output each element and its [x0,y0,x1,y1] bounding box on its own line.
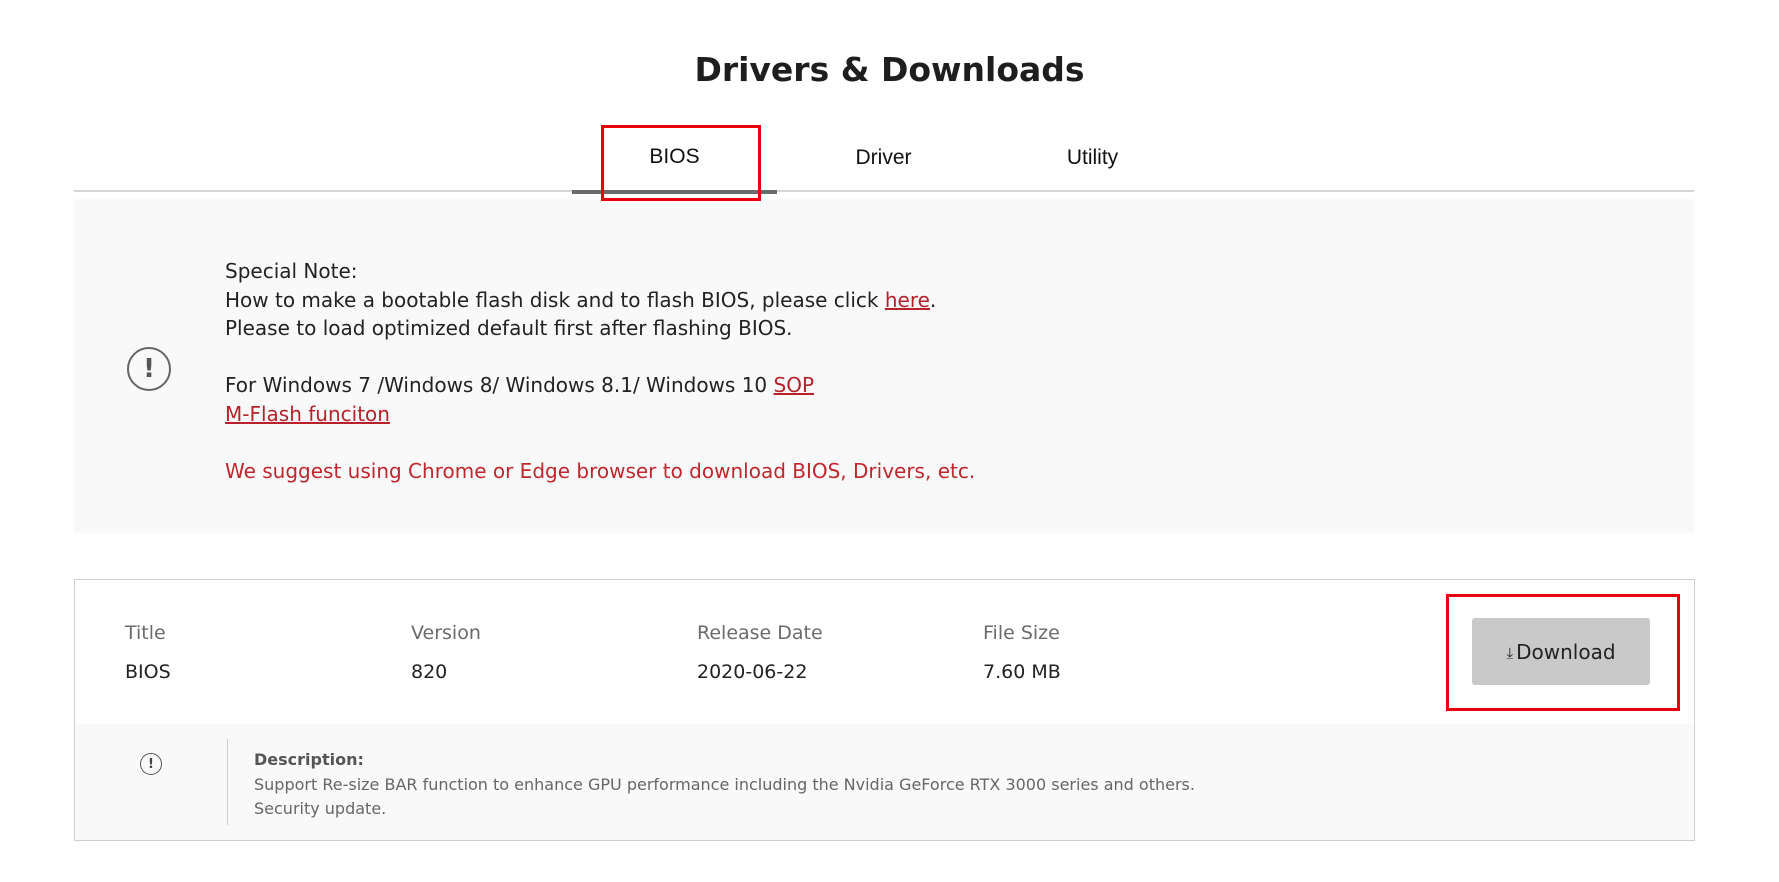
file-version-value: 820 [411,661,448,683]
column-release-date-label: Release Date [697,622,823,644]
note-line-windows: For Windows 7 /Windows 8/ Windows 8.1/ W… [225,371,1225,400]
description-line: Support Re-size BAR function to enhance … [254,775,1195,794]
note-heading: Special Note: [225,259,358,283]
column-title-label: Title [125,622,166,644]
file-release-date-value: 2020-06-22 [697,661,808,683]
download-arrow-icon: ⤓ [1506,643,1514,662]
note-line-windows-text: For Windows 7 /Windows 8/ Windows 8.1/ W… [225,373,774,397]
description-divider [227,739,228,825]
file-title-value: BIOS [125,661,171,683]
note-gap [225,428,1225,457]
browser-warning: We suggest using Chrome or Edge browser … [225,458,976,483]
note-line-flash-text: How to make a bootable flash disk and to… [225,287,885,312]
note-gap [225,343,1225,372]
note-line-defaults: Please to load optimized default first a… [225,316,793,340]
sop-link[interactable]: SOP [774,373,815,397]
file-size-value: 7.60 MB [983,661,1061,683]
column-version-label: Version [411,622,481,644]
description-line: Security update. [254,799,387,818]
note-line-mflash: M-Flash funciton [225,400,1225,429]
description-label: Description: [254,750,364,769]
info-exclamation-icon: ! [140,753,162,775]
tab-bios[interactable]: BIOS [572,124,777,194]
tab-driver[interactable]: Driver [781,124,986,192]
special-note-text: Special Note: How to make a bootable fla… [225,257,1225,485]
exclamation-circle-icon: ! [127,347,171,391]
tabs-bar: BIOS Driver Utility [74,124,1694,194]
download-button[interactable]: ⤓ Download [1472,618,1650,685]
m-flash-link[interactable]: M-Flash funciton [225,402,390,426]
note-line-flash-end: . [929,287,937,312]
page-title: Drivers & Downloads [694,50,1085,89]
download-button-label: Download [1516,639,1616,664]
note-line-flash: How to make a bootable flash disk and to… [225,286,1225,315]
here-link[interactable]: here [885,288,930,312]
column-file-size-label: File Size [983,622,1060,644]
tab-utility[interactable]: Utility [990,124,1195,192]
